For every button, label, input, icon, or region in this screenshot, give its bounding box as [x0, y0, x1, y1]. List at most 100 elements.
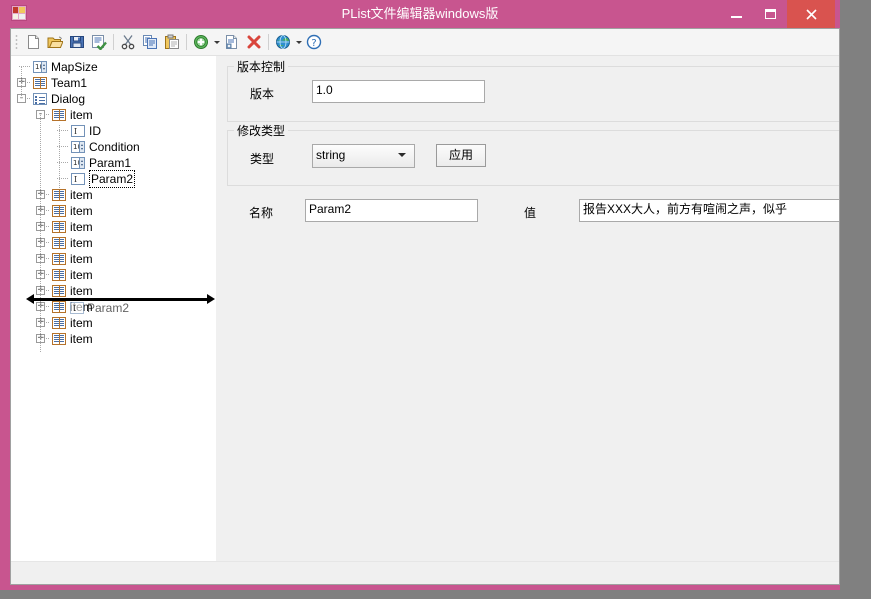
save-icon[interactable]: [66, 31, 88, 53]
type-group-title: 修改类型: [234, 122, 288, 139]
tree-node-label: Param1: [89, 155, 131, 171]
tree-node-label: item: [70, 283, 93, 299]
type-label: 类型: [250, 150, 274, 167]
tree-node[interactable]: -item: [11, 107, 216, 123]
application-window: PList文件编辑器windows版: [0, 0, 840, 590]
globe-dropdown-arrow[interactable]: [294, 31, 303, 53]
tree-node-label: Dialog: [51, 91, 85, 107]
help-icon[interactable]: ?: [303, 31, 325, 53]
tree-guide-line: [40, 115, 41, 353]
array-icon: [52, 333, 66, 345]
split-container: 10 MapSize+Team1-Dialog-item I ID 10 Conditio…: [11, 56, 839, 584]
tree-node[interactable]: +item: [11, 315, 216, 331]
array-icon: [52, 205, 66, 217]
tree-node[interactable]: +item: [11, 331, 216, 347]
tree-guide-line: [59, 125, 60, 189]
version-label: 版本: [250, 85, 274, 102]
open-file-icon[interactable]: [44, 31, 66, 53]
tree-node-label: MapSize: [51, 59, 98, 75]
tree-node[interactable]: I ID: [11, 123, 216, 139]
copy-icon[interactable]: [139, 31, 161, 53]
tree-view[interactable]: 10 MapSize+Team1-Dialog-item I ID 10 Conditio…: [11, 56, 217, 562]
tree-node-label: item: [70, 251, 93, 267]
tree-node-label: Param2: [89, 170, 135, 188]
name-input[interactable]: Param2: [305, 199, 478, 222]
string-icon: I: [71, 173, 85, 185]
drag-ghost-label: Param2: [87, 300, 129, 316]
cut-icon[interactable]: [117, 31, 139, 53]
close-button[interactable]: [787, 0, 835, 28]
dict-icon: [33, 93, 47, 105]
tree-node[interactable]: +item: [11, 251, 216, 267]
array-icon: [52, 221, 66, 233]
string-icon: I: [70, 302, 84, 314]
tree-node[interactable]: I Param2: [11, 171, 216, 187]
tree-node[interactable]: 10 Condition: [11, 139, 216, 155]
apply-button[interactable]: 应用: [436, 144, 486, 167]
type-select-value: string: [316, 148, 345, 162]
maximize-button[interactable]: [753, 0, 787, 28]
save-as-icon[interactable]: [88, 31, 110, 53]
tree-node[interactable]: -Dialog: [11, 91, 216, 107]
tree-node[interactable]: +item: [11, 235, 216, 251]
add-node-icon[interactable]: [190, 31, 212, 53]
toolbar: ?: [11, 29, 839, 56]
tree-guide-line: [21, 67, 22, 99]
paste-icon[interactable]: [161, 31, 183, 53]
tree-node-label: item: [70, 315, 93, 331]
tree-node-label: item: [70, 235, 93, 251]
tree-node[interactable]: +item: [11, 283, 216, 299]
number-icon: 10: [71, 141, 85, 153]
tree-node-label: item: [70, 331, 93, 347]
tree-node[interactable]: +Team1: [11, 75, 216, 91]
value-label: 值: [524, 204, 536, 221]
array-icon: [52, 109, 66, 121]
array-icon: [52, 189, 66, 201]
type-select[interactable]: string: [312, 144, 415, 168]
toolbar-separator: [186, 34, 187, 50]
tree-node-label: item: [70, 187, 93, 203]
tree-node-label: item: [70, 107, 93, 123]
tree-node[interactable]: +item: [11, 267, 216, 283]
close-icon: [806, 9, 817, 20]
number-icon: 10: [33, 61, 47, 73]
editor-pane: 版本控制 版本 1.0 修改类型 类型 string 应用 名称 Param2: [221, 56, 839, 584]
minimize-button[interactable]: [719, 0, 753, 28]
tree-node-label: Condition: [89, 139, 140, 155]
new-file-icon[interactable]: [22, 31, 44, 53]
version-group-title: 版本控制: [234, 58, 288, 75]
add-node-dropdown-arrow[interactable]: [212, 31, 221, 53]
string-icon: I: [71, 125, 85, 137]
tree-node[interactable]: +item: [11, 219, 216, 235]
tree-node[interactable]: +item: [11, 203, 216, 219]
number-icon: 10: [71, 157, 85, 169]
svg-text:?: ?: [311, 38, 316, 49]
tree-node-label: ID: [89, 123, 101, 139]
toolbar-grip[interactable]: [15, 34, 18, 50]
status-area: [11, 561, 839, 584]
array-icon: [33, 77, 47, 89]
version-group: 版本控制 版本 1.0: [227, 66, 839, 122]
window-title: PList文件编辑器windows版: [5, 0, 835, 28]
client-area: ? 10 MapSize+Team1-Dialog-item I ID 10 Condit…: [10, 28, 840, 585]
window-controls: [719, 0, 835, 28]
delete-icon[interactable]: [243, 31, 265, 53]
array-icon: [52, 285, 66, 297]
tree-node[interactable]: 10 Param1: [11, 155, 216, 171]
tree-node-label: item: [70, 203, 93, 219]
array-icon: [52, 317, 66, 329]
version-input[interactable]: 1.0: [312, 80, 485, 103]
tree-node-label: item: [70, 267, 93, 283]
array-icon: [52, 301, 66, 313]
tree-node[interactable]: +item: [11, 187, 216, 203]
globe-icon[interactable]: [272, 31, 294, 53]
array-icon: [52, 253, 66, 265]
new-doc-icon[interactable]: [221, 31, 243, 53]
tree-node-label: item: [70, 219, 93, 235]
title-bar[interactable]: PList文件编辑器windows版: [5, 0, 835, 28]
array-icon: [52, 269, 66, 281]
tree-node[interactable]: 10 MapSize: [11, 59, 216, 75]
app-icon: [11, 5, 27, 21]
toolbar-separator: [113, 34, 114, 50]
value-input[interactable]: 报告XXX大人，前方有喧闹之声，似乎: [579, 199, 839, 222]
